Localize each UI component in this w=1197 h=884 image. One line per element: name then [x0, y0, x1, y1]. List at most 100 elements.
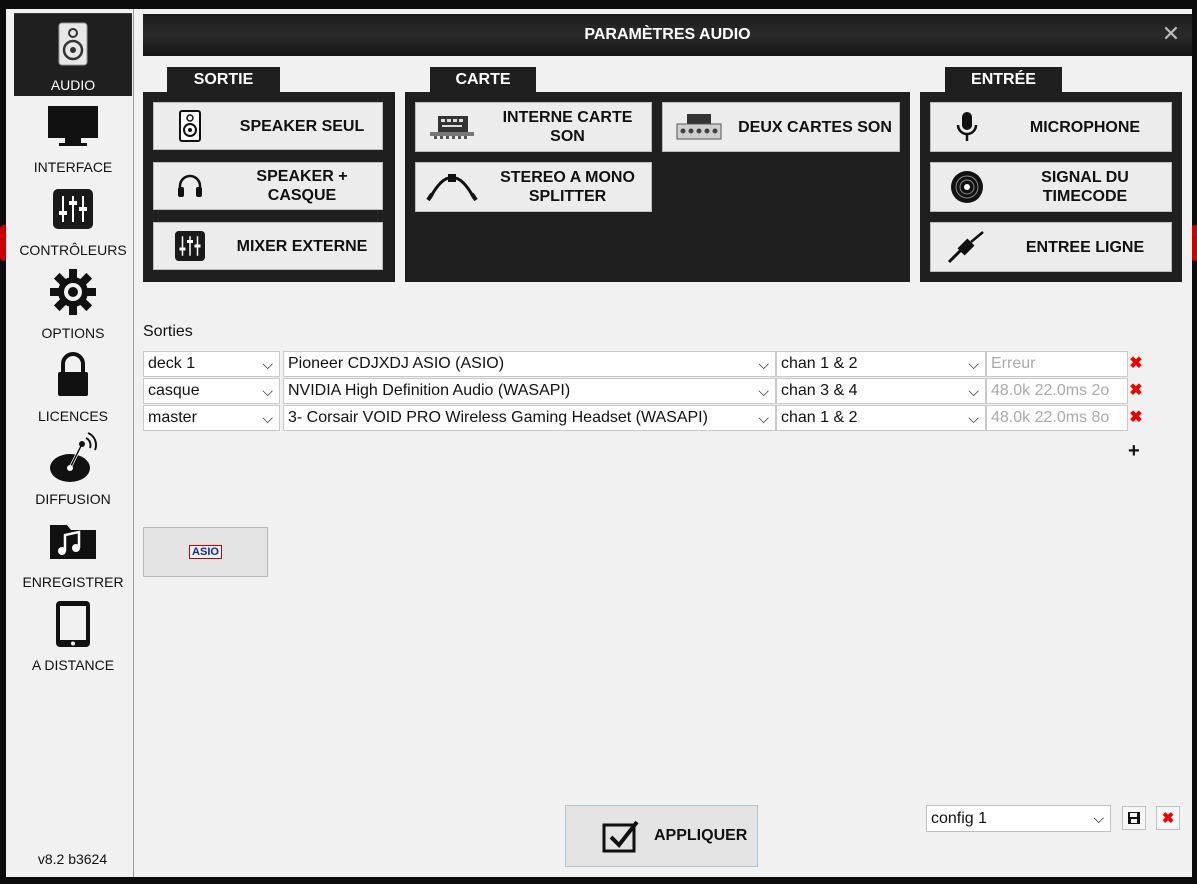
apply-label: APPLIQUER: [654, 827, 748, 844]
option-microphone[interactable]: MICROPHONE: [930, 102, 1172, 152]
sidebar-item-interface[interactable]: INTERFACE: [14, 96, 132, 178]
option-entree-ligne[interactable]: ENTREE LIGNE: [930, 222, 1172, 272]
gear-icon: [14, 266, 132, 318]
close-icon[interactable]: ✕: [1160, 23, 1182, 45]
monitor-icon: [14, 100, 132, 152]
settings-window: AUDIO INTERFACE CONTRÔLEURS OPTIONS LICE…: [6, 9, 1192, 877]
sidebar-item-options[interactable]: OPTIONS: [14, 262, 132, 344]
sidebar-item-enregistrer[interactable]: ENREGISTRER: [14, 511, 132, 593]
sidebar-item-label: AUDIO: [50, 77, 96, 93]
option-interne-carte-son[interactable]: INTERNE CARTE SON: [415, 102, 652, 152]
target-select[interactable]: casque ⌵: [143, 378, 280, 404]
version-label: v8.2 b3624: [37, 851, 108, 867]
add-output-button[interactable]: +: [1128, 440, 1140, 463]
device-select[interactable]: 3- Corsair VOID PRO Wireless Gaming Head…: [283, 405, 776, 431]
delete-row-icon[interactable]: ✖: [1129, 383, 1143, 399]
delete-row-icon[interactable]: ✖: [1129, 410, 1143, 426]
chevron-down-icon: ⌵: [968, 410, 979, 426]
speaker-icon: [14, 18, 132, 70]
apply-button[interactable]: APPLIQUER: [565, 805, 758, 867]
sidebar-item-label: INTERFACE: [33, 159, 113, 175]
jack-cable-icon: [931, 230, 1003, 264]
save-icon: [1128, 812, 1140, 824]
sorties-label: Sorties: [143, 323, 193, 340]
option-label: ENTREE LIGNE: [1025, 238, 1145, 256]
option-label: MIXER EXTERNE: [236, 237, 368, 255]
target-select[interactable]: deck 1 ⌵: [143, 351, 280, 377]
asio-button[interactable]: ASIO: [143, 527, 268, 577]
save-config-button[interactable]: [1122, 806, 1146, 830]
settings-sidebar: AUDIO INTERFACE CONTRÔLEURS OPTIONS LICE…: [6, 9, 134, 877]
channel-select[interactable]: chan 3 & 4 ⌵: [776, 378, 986, 404]
delete-row-icon[interactable]: ✖: [1129, 356, 1143, 372]
tab-sortie: SORTIE: [167, 67, 280, 92]
config-select[interactable]: config 1 ⌵: [926, 805, 1111, 832]
device-value: NVIDIA High Definition Audio (WASAPI): [288, 382, 571, 399]
window-header: PARAMÈTRES AUDIO ✕: [143, 14, 1192, 56]
carte-panel: INTERNE CARTE SON DEUX CARTES SON STEREO…: [405, 92, 910, 282]
sidebar-item-a-distance[interactable]: A DISTANCE: [14, 594, 132, 676]
option-speaker-casque[interactable]: SPEAKER + CASQUE: [153, 162, 383, 210]
option-label: SPEAKER SEUL: [239, 117, 365, 135]
option-label: SPEAKER + CASQUE: [256, 168, 348, 204]
channel-select[interactable]: chan 1 & 2 ⌵: [776, 405, 986, 431]
chevron-down-icon: ⌵: [758, 383, 769, 399]
sidebar-item-label: A DISTANCE: [31, 657, 115, 673]
chevron-down-icon: ⌵: [968, 356, 979, 372]
window-title: PARAMÈTRES AUDIO: [584, 26, 751, 43]
speaker-icon: [154, 110, 226, 142]
music-folder-icon: [14, 515, 132, 567]
option-label: SIGNAL DU TIMECODE: [1041, 169, 1129, 205]
option-mixer-externe[interactable]: MIXER EXTERNE: [153, 222, 383, 270]
device-select[interactable]: Pioneer CDJXDJ ASIO (ASIO) ⌵: [283, 351, 776, 377]
headphones-icon: [154, 173, 226, 199]
channel-value: chan 1 & 2: [781, 355, 858, 372]
option-label: INTERNE CARTE SON: [502, 109, 633, 145]
chevron-down-icon: ⌵: [758, 410, 769, 426]
sliders-icon: [14, 183, 132, 235]
splitter-cable-icon: [416, 172, 488, 202]
channel-select[interactable]: chan 1 & 2 ⌵: [776, 351, 986, 377]
sidebar-item-diffusion[interactable]: DIFFUSION: [14, 428, 132, 510]
chevron-down-icon: ⌵: [262, 356, 273, 372]
delete-icon: ✖: [1161, 810, 1175, 827]
chevron-down-icon: ⌵: [968, 383, 979, 399]
channel-value: chan 3 & 4: [781, 382, 858, 399]
lock-icon: [14, 349, 132, 401]
target-select[interactable]: master ⌵: [143, 405, 280, 431]
channel-value: chan 1 & 2: [781, 409, 858, 426]
sidebar-item-licences[interactable]: LICENCES: [14, 345, 132, 427]
option-stereo-mono-splitter[interactable]: STEREO A MONO SPLITTER: [415, 162, 652, 212]
option-speaker-seul[interactable]: SPEAKER SEUL: [153, 102, 383, 150]
target-value: master: [148, 409, 197, 426]
option-signal-timecode[interactable]: SIGNAL DU TIMECODE: [930, 162, 1172, 212]
device-value: Pioneer CDJXDJ ASIO (ASIO): [288, 355, 505, 372]
config-value: config 1: [931, 810, 988, 827]
tab-carte: CARTE: [430, 67, 536, 92]
option-deux-cartes-son[interactable]: DEUX CARTES SON: [662, 102, 900, 152]
tab-entree: ENTRÉE: [945, 67, 1062, 92]
sidebar-item-label: OPTIONS: [41, 325, 105, 341]
chevron-down-icon: ⌵: [262, 410, 273, 426]
broadcast-icon: [14, 432, 132, 484]
device-select[interactable]: NVIDIA High Definition Audio (WASAPI) ⌵: [283, 378, 776, 404]
tablet-icon: [14, 598, 132, 650]
sound-card-icon: [416, 114, 488, 140]
chevron-down-icon: ⌵: [758, 356, 769, 372]
checkbox-check-icon: [602, 819, 640, 853]
sidebar-item-label: ENREGISTRER: [22, 574, 124, 590]
target-value: deck 1: [148, 355, 196, 372]
chevron-down-icon: ⌵: [262, 383, 273, 399]
sidebar-item-audio[interactable]: AUDIO: [14, 13, 132, 96]
microphone-icon: [931, 111, 1003, 143]
sidebar-item-controleurs[interactable]: CONTRÔLEURS: [14, 179, 132, 261]
sidebar-item-label: LICENCES: [37, 408, 109, 424]
entree-panel: MICROPHONE SIGNAL DU TIMECODE ENTREE LIG…: [920, 92, 1182, 282]
status-info: Erreur: [986, 351, 1128, 377]
sortie-panel: SPEAKER SEUL SPEAKER + CASQUE MIXER EXTE…: [143, 92, 395, 282]
status-info: 48.0k 22.0ms 2o: [986, 378, 1128, 404]
sliders-icon: [154, 231, 226, 261]
device-value: 3- Corsair VOID PRO Wireless Gaming Head…: [288, 409, 708, 426]
vinyl-icon: [931, 170, 1003, 204]
delete-config-button[interactable]: ✖: [1156, 806, 1180, 830]
